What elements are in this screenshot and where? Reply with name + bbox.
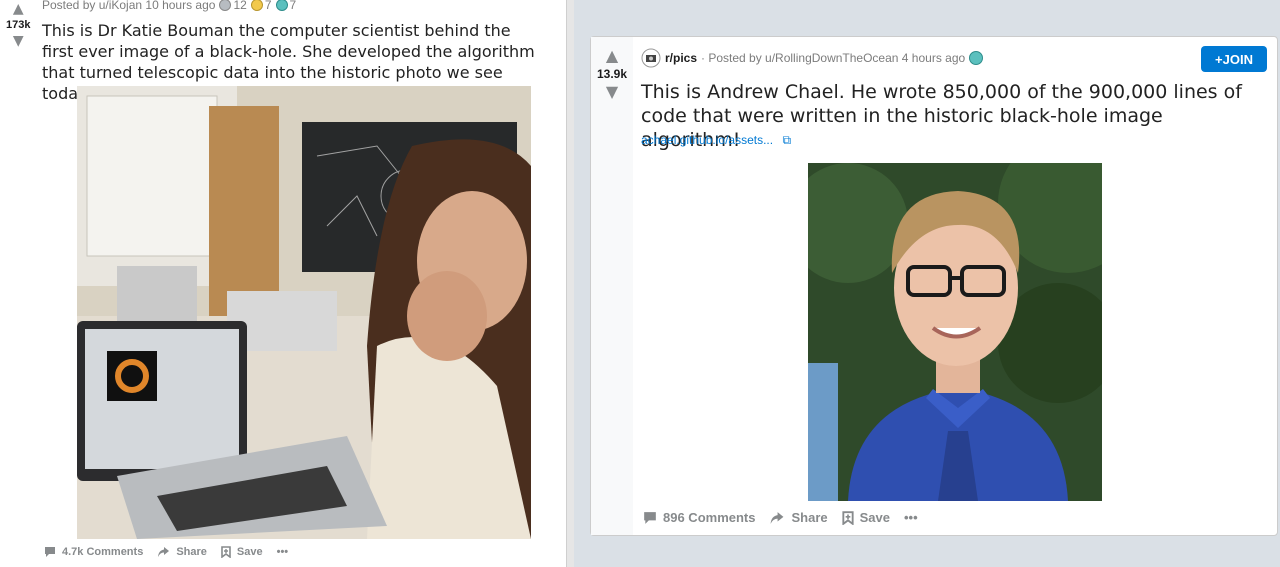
external-link-icon: ⧉ (782, 133, 792, 147)
platinum-award-count: 7 (289, 0, 297, 12)
right-post-author-time[interactable]: · Posted by u/RollingDownTheOcean 4 hour… (701, 51, 965, 65)
platinum-award-icon[interactable] (969, 51, 984, 65)
silver-award[interactable]: 12 (219, 0, 247, 12)
downvote-arrow-icon[interactable]: ▼ (13, 34, 24, 48)
left-comments-label: 4.7k Comments (62, 546, 144, 558)
gold-award[interactable]: 7 (250, 0, 272, 12)
right-post-meta: r/pics · Posted by u/RollingDownTheOcean… (641, 48, 984, 68)
left-post-actions: 4.7k Comments Share Save ••• (44, 546, 288, 558)
right-post-score: 13.9k (596, 67, 628, 81)
left-share-button[interactable]: Share (157, 546, 207, 558)
join-button[interactable]: +JOIN (1201, 46, 1267, 72)
left-save-button[interactable]: Save (221, 546, 263, 558)
right-comments-button[interactable]: 896 Comments (643, 510, 755, 525)
right-vote-column: ▲ 13.9k ▼ (591, 37, 633, 535)
subreddit-avatar-icon[interactable] (641, 48, 661, 68)
right-share-label: Share (791, 510, 828, 525)
right-comments-label: 896 Comments (663, 510, 756, 525)
left-more-options-icon[interactable]: ••• (277, 546, 289, 558)
right-post-actions: 896 Comments Share Save ••• (643, 510, 918, 525)
gold-award-count: 7 (264, 0, 272, 12)
silver-award-icon (219, 0, 232, 11)
andrew-chael-photo (808, 163, 1102, 501)
right-save-button[interactable]: Save (842, 510, 890, 525)
left-share-label: Share (176, 546, 207, 558)
upvote-arrow-icon[interactable]: ▲ (606, 48, 618, 64)
save-icon (221, 546, 231, 558)
left-post-image[interactable] (77, 86, 531, 539)
comment-icon (644, 511, 656, 524)
upvote-arrow-icon[interactable]: ▲ (13, 2, 24, 16)
left-comments-button[interactable]: 4.7k Comments (44, 546, 143, 558)
right-more-options-icon[interactable]: ••• (904, 510, 918, 525)
right-post-card: ▲ 13.9k ▼ r/pics · Posted by u/RollingDo… (590, 36, 1278, 536)
subreddit-name[interactable]: r/pics (665, 51, 697, 65)
left-post-score: 173k (6, 19, 31, 31)
left-post-author-time[interactable]: Posted by u/iKojan 10 hours ago (42, 0, 215, 12)
post-link[interactable]: achael.github.io/assets... ⧉ (641, 133, 791, 148)
katie-bouman-photo (77, 86, 531, 539)
right-save-label: Save (859, 510, 890, 525)
left-post-meta: Posted by u/iKojan 10 hours ago 12 7 7 (42, 0, 296, 12)
platinum-award-icon (275, 0, 288, 11)
left-save-label: Save (236, 546, 263, 558)
right-vote-controls: ▲ 13.9k ▼ (591, 48, 633, 100)
right-post-image[interactable] (808, 163, 1102, 501)
post-link-text[interactable]: achael.github.io/assets... (641, 133, 773, 147)
platinum-award[interactable]: 7 (275, 0, 297, 12)
share-icon (771, 511, 784, 524)
silver-award-count: 12 (233, 0, 247, 12)
downvote-arrow-icon[interactable]: ▼ (606, 84, 618, 100)
window-divider[interactable] (566, 0, 574, 567)
left-post: ▲ 173k ▼ Posted by u/iKojan 10 hours ago… (0, 0, 566, 567)
save-icon (842, 510, 854, 525)
right-share-button[interactable]: Share (769, 510, 828, 525)
comment-icon (45, 547, 55, 557)
right-pane: ▲ 13.9k ▼ r/pics · Posted by u/RollingDo… (574, 0, 1280, 567)
gold-award-icon (250, 0, 263, 11)
left-vote-column: ▲ 173k ▼ (6, 2, 30, 48)
share-icon (158, 547, 170, 557)
